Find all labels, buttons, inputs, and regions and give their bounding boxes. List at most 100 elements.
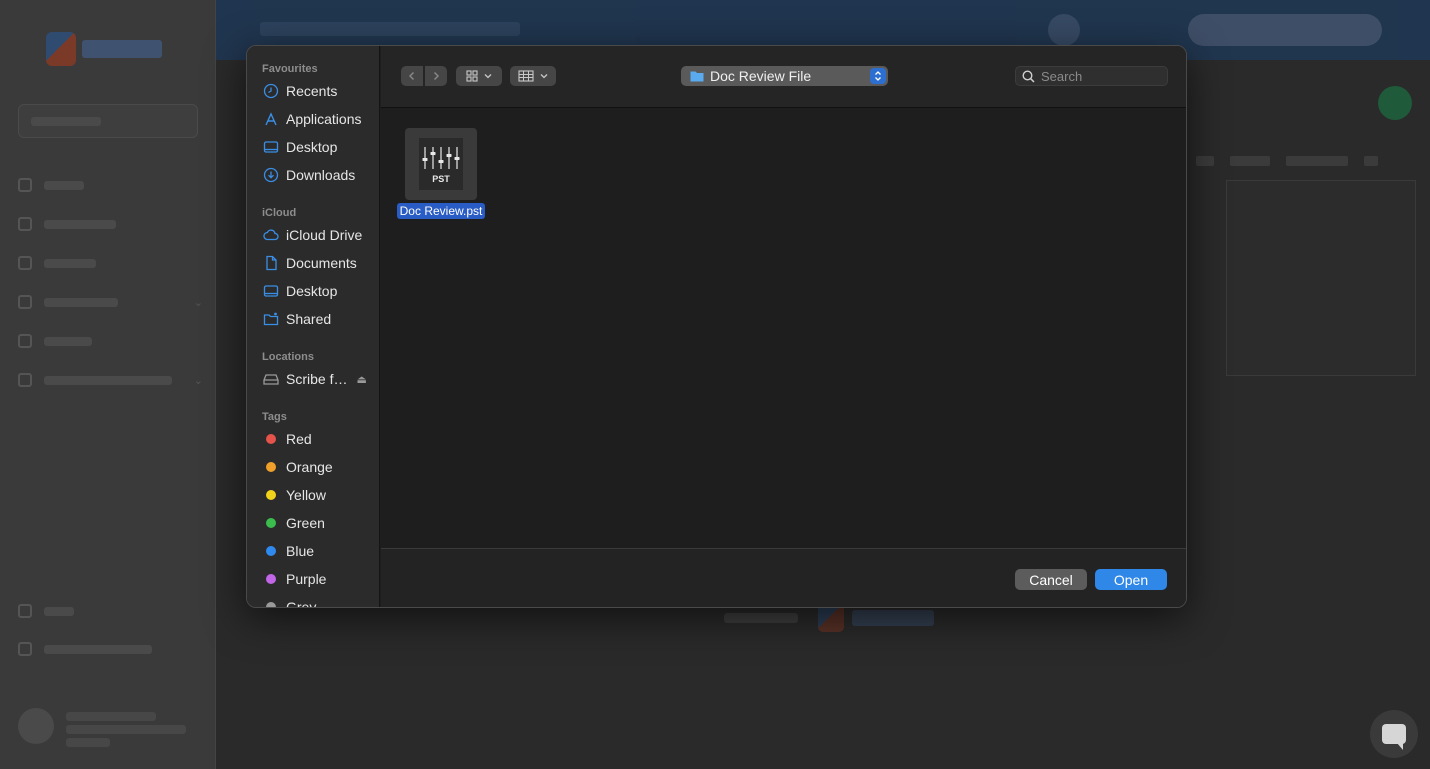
background-powered-by	[724, 604, 934, 632]
tag-item-yellow[interactable]: Yellow	[262, 484, 374, 506]
dialog-sidebar: Favourites Recents Applications Desktop …	[247, 46, 380, 608]
tag-item-purple[interactable]: Purple	[262, 568, 374, 590]
tag-label: Orange	[286, 459, 333, 475]
search-field[interactable]	[1015, 66, 1168, 86]
sidebar-item-label: Scribe f…	[286, 371, 348, 387]
locations-heading: Locations	[262, 351, 314, 363]
location-label: Doc Review File	[710, 68, 812, 84]
drive-icon	[262, 371, 279, 388]
background-nav-item	[18, 330, 203, 352]
tag-label: Green	[286, 515, 325, 531]
tag-color-dot	[266, 434, 276, 444]
sidebar-item-label: iCloud Drive	[286, 227, 363, 243]
background-logo	[46, 32, 162, 66]
view-mode-button[interactable]	[456, 66, 502, 86]
sidebar-item-icloud-drive[interactable]: iCloud Drive	[262, 224, 374, 246]
tag-color-dot	[266, 490, 276, 500]
background-toolbar	[1196, 152, 1396, 170]
sidebar-item-label: Documents	[286, 255, 357, 271]
file-browser: PST Doc Review.pst	[381, 109, 1186, 547]
search-input[interactable]	[1041, 68, 1159, 84]
background-user	[18, 708, 186, 747]
tags-heading: Tags	[262, 411, 287, 423]
document-icon	[262, 255, 279, 272]
tag-color-dot	[266, 462, 276, 472]
tag-label: Red	[286, 431, 312, 447]
sidebar-item-shared[interactable]: Shared	[262, 308, 374, 330]
sidebar-item-label: Shared	[286, 311, 332, 327]
tag-item-orange[interactable]: Orange	[262, 456, 374, 478]
file-extension-label: PST	[432, 174, 450, 184]
background-nav-item	[18, 638, 203, 660]
sidebar-item-desktop[interactable]: Desktop	[262, 136, 374, 158]
sidebar-item-documents[interactable]: Documents	[262, 252, 374, 274]
applications-icon	[262, 111, 279, 128]
file-item[interactable]: PST Doc Review.pst	[395, 128, 487, 219]
background-nav-item	[18, 600, 203, 622]
chevron-left-icon	[409, 72, 414, 80]
eject-icon[interactable]: ⏏	[356, 373, 366, 386]
desktop-icon	[262, 139, 279, 156]
tag-color-dot	[266, 574, 276, 584]
sidebar-item-label: Desktop	[286, 283, 338, 299]
tag-item-grey[interactable]: Grey	[262, 596, 374, 608]
chat-icon	[1382, 724, 1406, 750]
tag-item-green[interactable]: Green	[262, 512, 374, 534]
cloud-icon	[262, 227, 279, 244]
open-button[interactable]: Open	[1095, 569, 1167, 590]
background-search	[18, 104, 198, 138]
group-by-button[interactable]	[510, 66, 556, 86]
tag-color-dot	[266, 602, 276, 607]
tag-item-red[interactable]: Red	[262, 428, 374, 450]
dialog-toolbar: Doc Review File	[381, 46, 1186, 108]
location-popup[interactable]: Doc Review File	[681, 66, 888, 86]
background-card	[1226, 180, 1416, 376]
tag-color-dot	[266, 518, 276, 528]
download-icon	[262, 167, 279, 184]
chevron-right-icon	[434, 72, 439, 80]
sidebar-item-downloads[interactable]: Downloads	[262, 164, 374, 186]
clock-icon	[262, 83, 279, 100]
shared-folder-icon	[262, 311, 279, 328]
tag-label: Yellow	[286, 487, 326, 503]
desktop-icon	[262, 283, 279, 300]
sidebar-item-icloud-desktop[interactable]: Desktop	[262, 280, 374, 302]
gallery-grid-icon	[518, 70, 534, 82]
folder-icon	[690, 71, 704, 82]
tag-label: Blue	[286, 543, 315, 559]
sidebar-item-label: Downloads	[286, 167, 356, 183]
forward-button[interactable]	[425, 66, 447, 86]
back-button[interactable]	[401, 66, 423, 86]
tag-label: Purple	[286, 571, 327, 587]
background-action-button	[1378, 86, 1412, 120]
sidebar-item-label: Applications	[286, 111, 362, 127]
background-nav-item	[18, 174, 203, 196]
tag-item-blue[interactable]: Blue	[262, 540, 374, 562]
tag-label: Grey	[286, 599, 317, 608]
background-sidebar: ⌄ ⌄	[0, 0, 216, 769]
search-icon	[1022, 69, 1035, 83]
sidebar-item-recents[interactable]: Recents	[262, 80, 374, 102]
icloud-heading: iCloud	[262, 207, 297, 219]
icon-view-icon	[466, 70, 478, 82]
background-nav-item: ⌄	[18, 291, 203, 313]
tag-color-dot	[266, 546, 276, 556]
background-nav-item	[18, 213, 203, 235]
mixer-sliders-icon	[422, 147, 460, 169]
history-navigation	[401, 66, 447, 86]
cancel-button[interactable]: Cancel	[1015, 569, 1087, 590]
favourites-heading: Favourites	[262, 63, 318, 75]
dialog-main: Doc Review File Search PST Doc Review.ps…	[381, 46, 1186, 607]
dialog-footer: Cancel Open	[381, 548, 1186, 607]
chat-button[interactable]	[1370, 710, 1418, 758]
file-thumbnail: PST	[405, 128, 477, 200]
sidebar-item-scribe-drive[interactable]: Scribe f… ⏏	[262, 368, 374, 390]
sidebar-item-label: Desktop	[286, 139, 338, 155]
background-nav-item: ⌄	[18, 369, 203, 391]
chevron-down-icon	[484, 74, 492, 79]
open-file-dialog: Favourites Recents Applications Desktop …	[246, 45, 1187, 608]
sidebar-item-applications[interactable]: Applications	[262, 108, 374, 130]
updown-chevron-icon	[870, 68, 886, 84]
background-nav-item	[18, 252, 203, 274]
file-name: Doc Review.pst	[396, 203, 486, 219]
